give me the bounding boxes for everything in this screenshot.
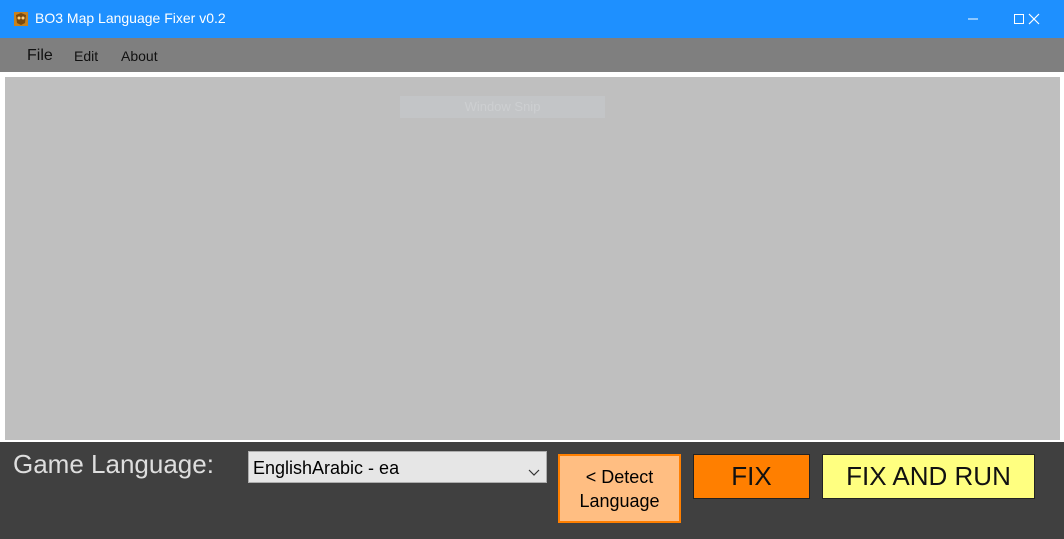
- detect-language-button[interactable]: < Detect Language: [558, 454, 681, 523]
- language-selected-value: EnglishArabic - ea: [253, 458, 400, 478]
- language-dropdown[interactable]: EnglishArabic - ea: [248, 451, 547, 483]
- window-title: BO3 Map Language Fixer v0.2: [35, 10, 226, 26]
- menu-bar: File Edit About: [0, 38, 1064, 72]
- game-language-label: Game Language:: [13, 449, 214, 479]
- minimize-button[interactable]: [950, 0, 996, 38]
- fix-and-run-button[interactable]: FIX AND RUN: [822, 454, 1035, 499]
- content-area: [5, 77, 1060, 440]
- app-icon: [13, 11, 29, 27]
- close-button[interactable]: [1011, 0, 1057, 38]
- window-snip-overlay: Window Snip: [400, 96, 605, 118]
- fix-button[interactable]: FIX: [693, 454, 810, 499]
- menu-file[interactable]: File: [27, 47, 53, 65]
- minimize-icon: [968, 18, 978, 20]
- close-icon: [1028, 13, 1040, 25]
- chevron-down-icon: [528, 462, 540, 481]
- title-bar: BO3 Map Language Fixer v0.2: [0, 0, 1064, 38]
- menu-about[interactable]: About: [121, 48, 158, 64]
- detect-label-line1: < Detect: [585, 466, 654, 487]
- detect-label-line2: Language: [579, 490, 660, 511]
- menu-edit[interactable]: Edit: [74, 48, 98, 64]
